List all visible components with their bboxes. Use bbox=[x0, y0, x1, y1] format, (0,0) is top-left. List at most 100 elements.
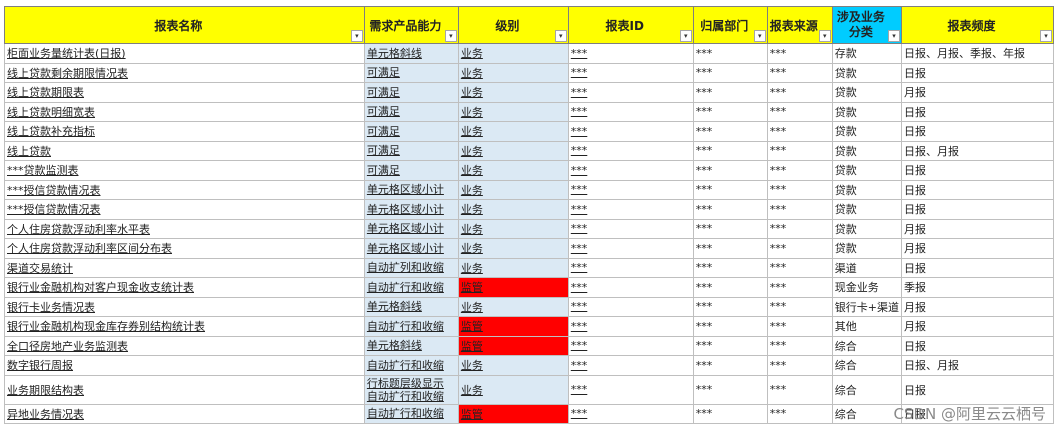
level-link[interactable]: 业务 bbox=[457, 101, 569, 122]
level-link[interactable]: 业务 bbox=[457, 43, 569, 64]
capability-link[interactable]: 单元格斜线 bbox=[363, 43, 459, 64]
capability-link[interactable]: 单元格区域小计 bbox=[363, 199, 459, 220]
capability-link[interactable]: 自动扩行和收缩 bbox=[363, 277, 459, 298]
level-link[interactable]: 业务 bbox=[457, 238, 569, 259]
header-level[interactable]: 级别 ▾ bbox=[457, 6, 569, 44]
report-id-link[interactable]: *** bbox=[567, 43, 694, 64]
filter-dropdown-icon[interactable]: ▾ bbox=[350, 30, 363, 42]
report-id-link[interactable]: *** bbox=[567, 199, 694, 220]
report-id-link[interactable]: *** bbox=[567, 296, 694, 317]
capability-link[interactable]: 可满足 bbox=[363, 101, 459, 122]
report-id-link[interactable]: *** bbox=[567, 316, 694, 337]
filter-dropdown-icon[interactable]: ▾ bbox=[818, 30, 831, 42]
report-name-link[interactable]: 异地业务情况表 bbox=[4, 403, 365, 424]
report-name-link[interactable]: 银行业金融机构现金库存券别结构统计表 bbox=[4, 316, 365, 337]
report-name-link[interactable]: 银行卡业务情况表 bbox=[4, 296, 365, 317]
frequency-cell: 月报 bbox=[900, 238, 1054, 259]
report-id-link[interactable]: *** bbox=[567, 277, 694, 298]
level-link[interactable]: 业务 bbox=[457, 257, 569, 278]
level-link[interactable]: 业务 bbox=[457, 199, 569, 220]
report-id-link[interactable]: *** bbox=[567, 403, 694, 424]
filter-dropdown-icon[interactable]: ▾ bbox=[444, 30, 457, 42]
level-link[interactable]: 业务 bbox=[457, 374, 569, 405]
report-id-link[interactable]: *** bbox=[567, 238, 694, 259]
capability-link[interactable]: 自动扩列和收缩 bbox=[363, 257, 459, 278]
report-name-link[interactable]: ***授信贷款情况表 bbox=[4, 179, 365, 200]
report-name-link[interactable]: 个人住房贷款浮动利率水平表 bbox=[4, 218, 365, 239]
filter-dropdown-icon[interactable]: ▾ bbox=[753, 30, 766, 42]
capability-link[interactable]: 行标题层级显示 自动扩行和收缩 bbox=[363, 374, 459, 405]
report-name-link[interactable]: 线上贷款 bbox=[4, 140, 365, 161]
capability-link[interactable]: 单元格区域小计 bbox=[363, 179, 459, 200]
report-id-link[interactable]: *** bbox=[567, 62, 694, 83]
business-category-cell: 贷款 bbox=[831, 179, 902, 200]
report-name-link[interactable]: 渠道交易统计 bbox=[4, 257, 365, 278]
capability-link[interactable]: 可满足 bbox=[363, 160, 459, 181]
report-name-link[interactable]: ***授信贷款情况表 bbox=[4, 199, 365, 220]
report-table: 报表名称 ▾ 需求产品能力 ▾ 级别 ▾ 报表ID ▾ 归属部门 ▾ 报表来源 ▾ 涉及业务… bbox=[4, 6, 1054, 424]
level-link[interactable]: 业务 bbox=[457, 140, 569, 161]
header-business-category[interactable]: 涉及业务分类 ▾ bbox=[831, 6, 902, 44]
report-name-link[interactable]: 业务期限结构表 bbox=[4, 374, 365, 405]
report-id-link[interactable]: *** bbox=[567, 140, 694, 161]
header-capability[interactable]: 需求产品能力 ▾ bbox=[363, 6, 459, 44]
report-id-link[interactable]: *** bbox=[567, 335, 694, 356]
report-id-link[interactable]: *** bbox=[567, 179, 694, 200]
filter-dropdown-icon[interactable]: ▾ bbox=[887, 30, 900, 42]
level-link[interactable]: 业务 bbox=[457, 62, 569, 83]
table-row: ***授信贷款情况表 单元格区域小计 业务 *** *** *** 贷款 日报 bbox=[4, 179, 1054, 200]
report-name-link[interactable]: 柜面业务量统计表(日报) bbox=[4, 43, 365, 64]
level-link[interactable]: 监管 bbox=[457, 403, 569, 424]
level-link[interactable]: 业务 bbox=[457, 355, 569, 376]
header-source[interactable]: 报表来源 ▾ bbox=[766, 6, 833, 44]
capability-link[interactable]: 单元格斜线 bbox=[363, 335, 459, 356]
filter-dropdown-icon[interactable]: ▾ bbox=[1040, 30, 1052, 42]
level-link[interactable]: 业务 bbox=[457, 121, 569, 142]
capability-link[interactable]: 自动扩行和收缩 bbox=[363, 316, 459, 337]
department-cell: *** bbox=[692, 296, 768, 317]
report-name-link[interactable]: 全口径房地产业务监测表 bbox=[4, 335, 365, 356]
report-name-link[interactable]: 线上贷款明细宽表 bbox=[4, 101, 365, 122]
table-row: 渠道交易统计 自动扩列和收缩 业务 *** *** *** 渠道 日报 bbox=[4, 257, 1054, 278]
table-row: 个人住房贷款浮动利率水平表 单元格区域小计 业务 *** *** *** 贷款 月报 bbox=[4, 218, 1054, 239]
filter-dropdown-icon[interactable]: ▾ bbox=[554, 30, 567, 42]
capability-link[interactable]: 单元格区域小计 bbox=[363, 218, 459, 239]
capability-link[interactable]: 可满足 bbox=[363, 62, 459, 83]
level-link[interactable]: 业务 bbox=[457, 218, 569, 239]
report-id-link[interactable]: *** bbox=[567, 82, 694, 103]
report-name-link[interactable]: ***贷款监测表 bbox=[4, 160, 365, 181]
report-name-link[interactable]: 数字银行周报 bbox=[4, 355, 365, 376]
capability-link[interactable]: 可满足 bbox=[363, 121, 459, 142]
report-id-link[interactable]: *** bbox=[567, 355, 694, 376]
capability-link[interactable]: 可满足 bbox=[363, 140, 459, 161]
report-name-link[interactable]: 个人住房贷款浮动利率区间分布表 bbox=[4, 238, 365, 259]
header-department[interactable]: 归属部门 ▾ bbox=[692, 6, 768, 44]
header-report-id[interactable]: 报表ID ▾ bbox=[567, 6, 694, 44]
level-link[interactable]: 业务 bbox=[457, 82, 569, 103]
report-id-link[interactable]: *** bbox=[567, 160, 694, 181]
capability-link[interactable]: 单元格区域小计 bbox=[363, 238, 459, 259]
report-name-link[interactable]: 线上贷款期限表 bbox=[4, 82, 365, 103]
report-name-link[interactable]: 线上贷款补充指标 bbox=[4, 121, 365, 142]
capability-link[interactable]: 单元格斜线 bbox=[363, 296, 459, 317]
report-id-link[interactable]: *** bbox=[567, 101, 694, 122]
report-id-link[interactable]: *** bbox=[567, 374, 694, 405]
level-link[interactable]: 业务 bbox=[457, 296, 569, 317]
level-link[interactable]: 业务 bbox=[457, 160, 569, 181]
frequency-cell: 日报 bbox=[900, 179, 1054, 200]
report-name-link[interactable]: 银行业金融机构对客户现金收支统计表 bbox=[4, 277, 365, 298]
level-link[interactable]: 业务 bbox=[457, 179, 569, 200]
report-name-link[interactable]: 线上贷款剩余期限情况表 bbox=[4, 62, 365, 83]
level-link[interactable]: 监管 bbox=[457, 316, 569, 337]
filter-dropdown-icon[interactable]: ▾ bbox=[679, 30, 692, 42]
level-link[interactable]: 监管 bbox=[457, 277, 569, 298]
header-report-name[interactable]: 报表名称 ▾ bbox=[4, 6, 365, 44]
report-id-link[interactable]: *** bbox=[567, 121, 694, 142]
capability-link[interactable]: 自动扩行和收缩 bbox=[363, 355, 459, 376]
header-frequency[interactable]: 报表频度 ▾ bbox=[900, 6, 1054, 44]
capability-link[interactable]: 自动扩行和收缩 bbox=[363, 403, 459, 424]
capability-link[interactable]: 可满足 bbox=[363, 82, 459, 103]
report-id-link[interactable]: *** bbox=[567, 257, 694, 278]
level-link[interactable]: 监管 bbox=[457, 335, 569, 356]
report-id-link[interactable]: *** bbox=[567, 218, 694, 239]
